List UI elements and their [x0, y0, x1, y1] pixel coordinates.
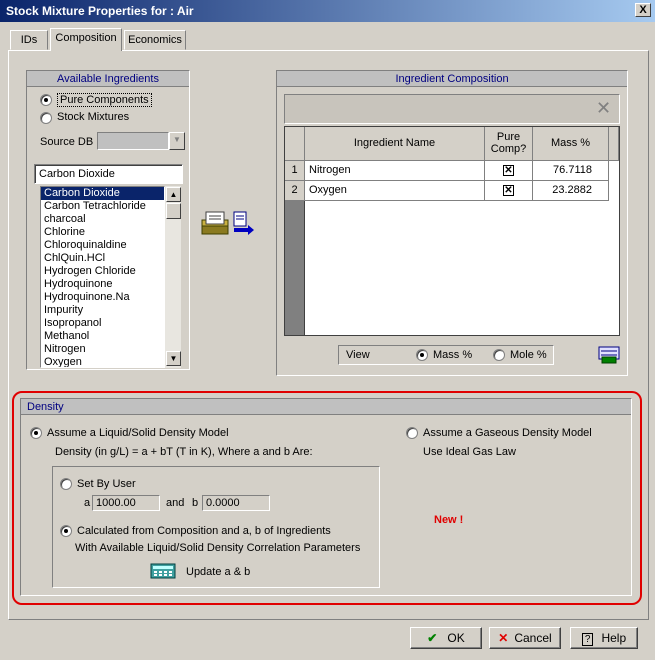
list-item[interactable]: Isopropanol [41, 317, 164, 330]
view-mass-label: Mass % [433, 349, 473, 361]
and-label: and [166, 497, 185, 509]
mass-percent-cell[interactable]: 76.7118 [533, 161, 609, 181]
calculated-radio[interactable] [60, 525, 72, 537]
list-item[interactable]: Carbon Dioxide [41, 187, 164, 200]
b-value-field[interactable]: 0.0000 [202, 495, 270, 511]
column-header-pure-line2: Comp? [490, 143, 527, 155]
new-badge: New ! [434, 514, 464, 526]
list-item[interactable]: Nitrogen [41, 343, 164, 356]
column-header-pure[interactable]: Pure Comp? [485, 127, 533, 161]
source-db-label: Source DB [40, 136, 94, 148]
window-title: Stock Mixture Properties for : Air [6, 4, 194, 18]
view-label: View [346, 349, 370, 361]
list-item[interactable]: Hydrogen Chloride [41, 265, 164, 278]
set-by-user-radio[interactable] [60, 478, 72, 490]
tab-economics[interactable]: Economics [124, 30, 186, 50]
grid-corner [285, 127, 305, 161]
ingredient-composition-title: Ingredient Composition [277, 71, 627, 87]
stock-mixtures-radio[interactable] [40, 112, 52, 124]
list-item[interactable]: Hydroquinone [41, 278, 164, 291]
list-item[interactable]: Oxygen [41, 356, 164, 367]
list-item[interactable]: ChlQuin.HCl [41, 252, 164, 265]
pure-components-label: Pure Components [57, 93, 152, 107]
view-mole-radio[interactable] [493, 349, 505, 361]
calculated-label: Calculated from Composition and a, b of … [77, 525, 331, 537]
list-item[interactable]: Methanol [41, 330, 164, 343]
ok-button[interactable]: ✔ OK [410, 627, 482, 649]
ideal-gas-label: Use Ideal Gas Law [423, 446, 516, 458]
tab-composition[interactable]: Composition [50, 28, 122, 51]
list-item[interactable]: Impurity [41, 304, 164, 317]
scroll-thumb[interactable] [166, 203, 181, 219]
source-db-dropdown-icon[interactable]: ▼ [169, 132, 185, 150]
tab-ids[interactable]: IDs [10, 30, 48, 50]
ingredient-name-cell[interactable]: Nitrogen [305, 161, 485, 181]
pure-comp-cell[interactable]: ✕ [485, 181, 533, 201]
column-header-mass[interactable]: Mass % [533, 127, 609, 161]
list-item[interactable]: charcoal [41, 213, 164, 226]
set-by-user-label: Set By User [77, 478, 136, 490]
ingredient-search-input[interactable]: Carbon Dioxide [34, 164, 183, 184]
a-value-field[interactable]: 1000.00 [92, 495, 160, 511]
view-mole-label: Mole % [510, 349, 547, 361]
row-gutter [285, 201, 305, 335]
stock-mixtures-label: Stock Mixtures [57, 111, 130, 123]
liquid-density-radio[interactable] [30, 427, 42, 439]
delete-row-icon[interactable]: ✕ [596, 99, 611, 117]
b-label: b [192, 497, 199, 509]
row-number: 2 [285, 181, 305, 201]
help-icon: ? [581, 633, 594, 646]
source-db-field[interactable] [97, 132, 169, 150]
composition-toolbar [284, 94, 620, 124]
gaseous-density-label: Assume a Gaseous Density Model [423, 427, 592, 439]
gaseous-density-radio[interactable] [406, 427, 418, 439]
scroll-down-icon[interactable]: ▼ [166, 351, 181, 366]
mass-percent-cell[interactable]: 23.2882 [533, 181, 609, 201]
row-number: 1 [285, 161, 305, 181]
ingredient-list[interactable]: Carbon Dioxide Carbon Tetrachloride char… [40, 186, 165, 368]
add-ingredient-icon[interactable] [200, 208, 256, 238]
column-header-spacer [609, 127, 619, 161]
liquid-density-label: Assume a Liquid/Solid Density Model [47, 427, 229, 439]
check-icon: ✔ [427, 631, 438, 645]
ok-label: OK [447, 631, 465, 645]
calculated-sublabel: With Available Liquid/Solid Density Corr… [75, 542, 361, 554]
window-titlebar: Stock Mixture Properties for : Air X [0, 0, 655, 22]
update-calculator-icon[interactable] [150, 563, 176, 579]
pure-comp-checkbox[interactable]: ✕ [503, 185, 514, 196]
scroll-up-icon[interactable]: ▲ [166, 187, 181, 202]
calculator-export-icon[interactable] [598, 346, 620, 364]
a-label: a [84, 497, 91, 509]
cancel-x-icon: ✕ [498, 631, 509, 645]
column-header-pure-line1: Pure [496, 131, 521, 143]
density-formula: Density (in g/L) = a + bT (T in K), Wher… [55, 446, 313, 458]
cancel-label: Cancel [514, 631, 552, 645]
available-ingredients-title: Available Ingredients [27, 71, 189, 87]
pure-components-radio[interactable] [40, 94, 52, 106]
pure-comp-cell[interactable]: ✕ [485, 161, 533, 181]
composition-grid: Ingredient Name Pure Comp? Mass % 1 Nitr… [284, 126, 620, 336]
close-icon[interactable]: X [635, 3, 651, 17]
pure-comp-checkbox[interactable]: ✕ [503, 165, 514, 176]
help-label: Help [601, 631, 627, 645]
column-header-name[interactable]: Ingredient Name [305, 127, 485, 161]
list-item[interactable]: Hydroquinone.Na [41, 291, 164, 304]
list-item[interactable]: Chloroquinaldine [41, 239, 164, 252]
view-mass-radio[interactable] [416, 349, 428, 361]
ingredient-name-cell[interactable]: Oxygen [305, 181, 485, 201]
help-button[interactable]: ? Help [570, 627, 638, 649]
cancel-button[interactable]: ✕ Cancel [489, 627, 561, 649]
update-ab-button[interactable]: Update a & b [186, 566, 250, 578]
list-item[interactable]: Chlorine [41, 226, 164, 239]
list-item[interactable]: Carbon Tetrachloride [41, 200, 164, 213]
